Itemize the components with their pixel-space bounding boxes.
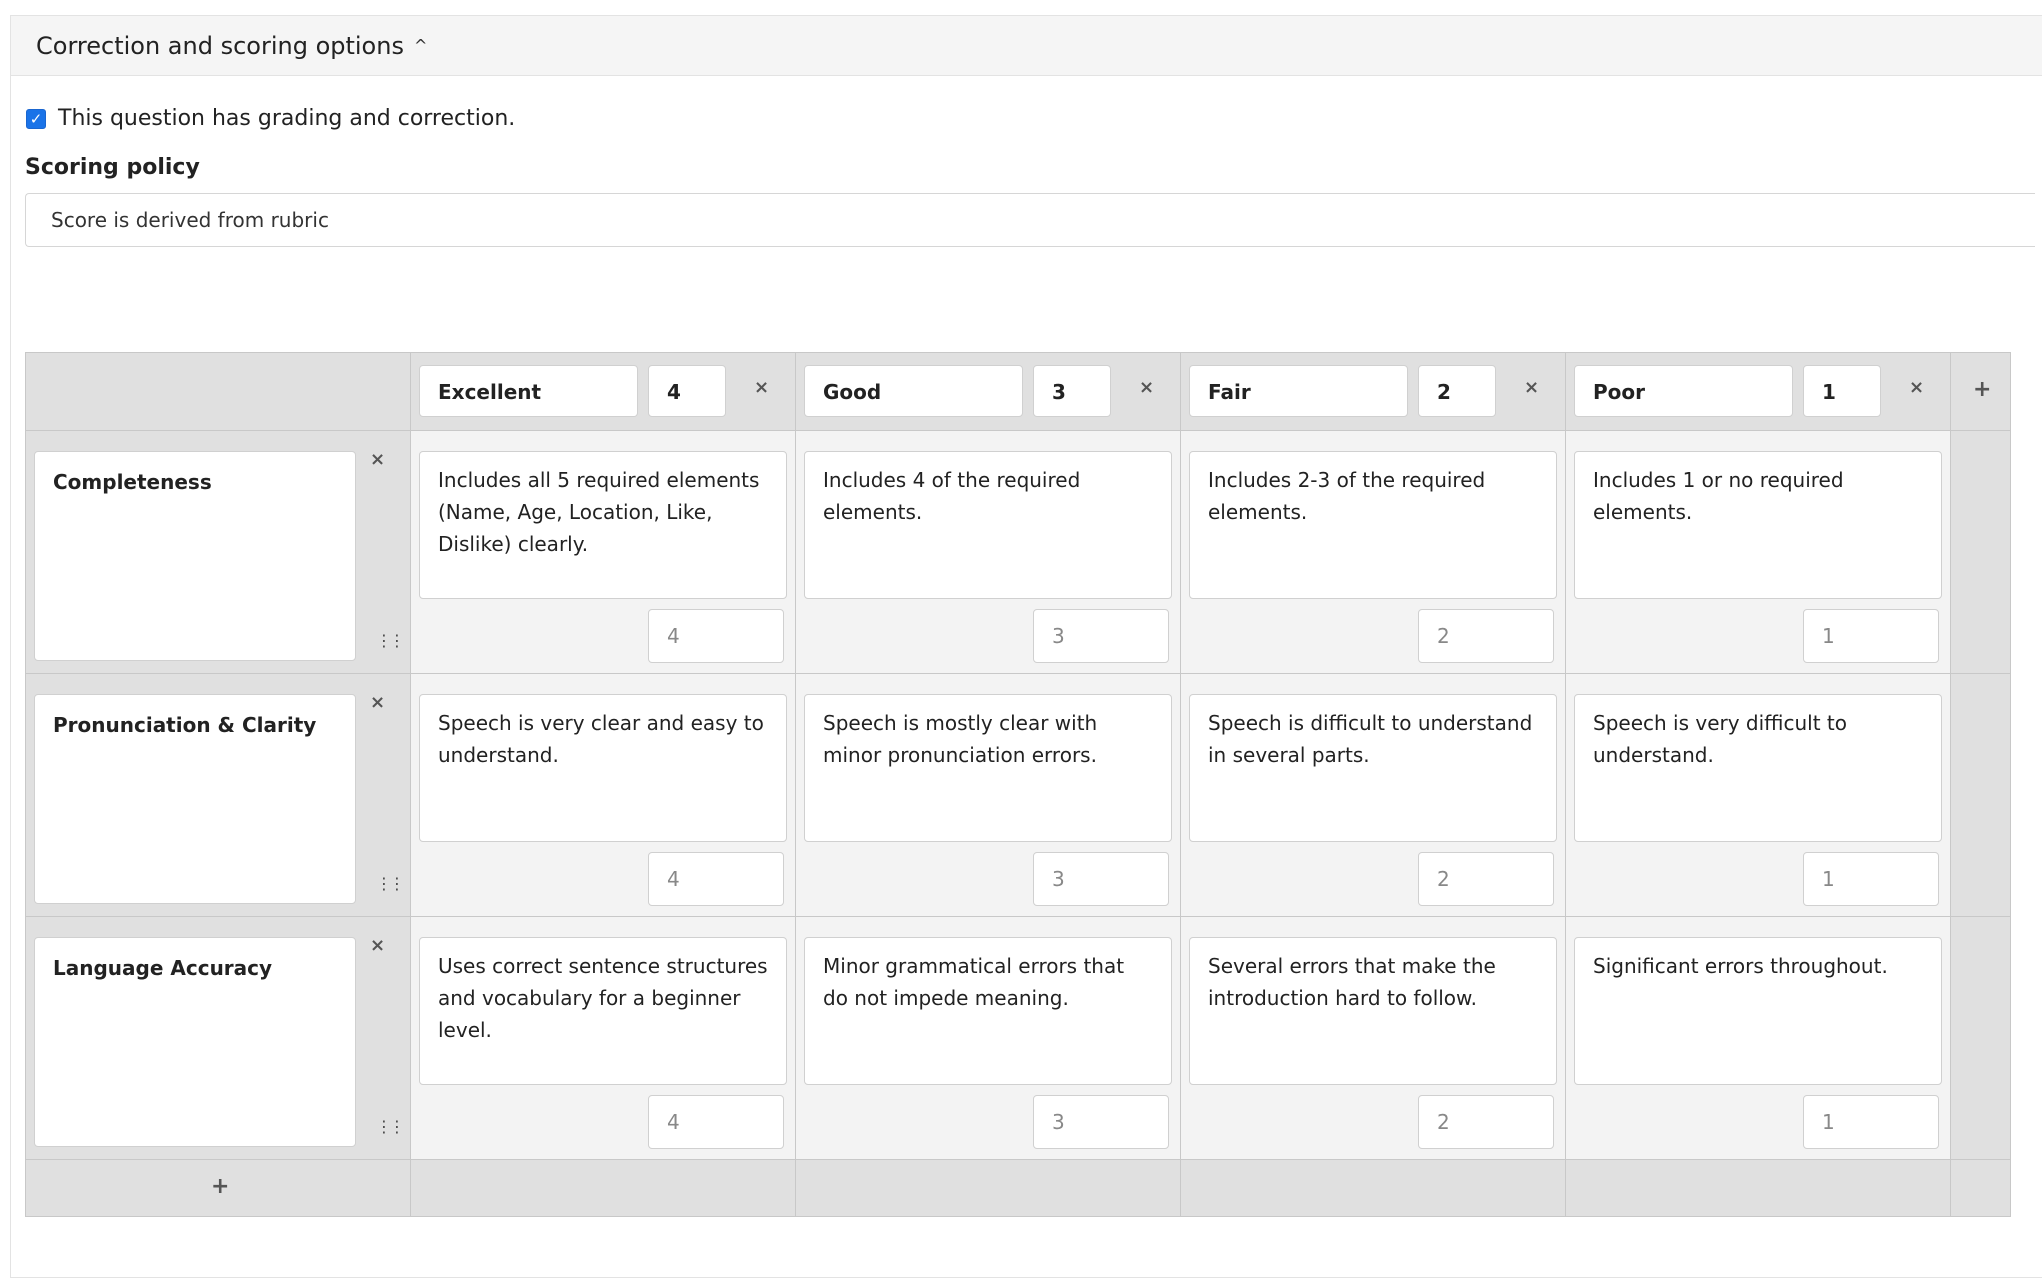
cell-description-input[interactable]: Includes 1 or no required elements. xyxy=(1574,451,1942,599)
level-points-input[interactable]: 1 xyxy=(1803,365,1881,417)
cell-points-input[interactable]: 4 xyxy=(648,852,784,906)
criterion-row: Language Accuracy × ⋮⋮ Uses correct sent… xyxy=(25,916,2011,1160)
cell-description-input[interactable]: Speech is very difficult to understand. xyxy=(1574,694,1942,842)
empty-cell xyxy=(1950,673,2011,917)
empty-cell xyxy=(1950,916,2011,1160)
drag-handle-icon[interactable]: ⋮⋮ xyxy=(376,876,405,892)
cell-points-input[interactable]: 2 xyxy=(1418,609,1554,663)
level-name-input[interactable]: Poor xyxy=(1574,365,1793,417)
cell-description-input[interactable]: Uses correct sentence structures and voc… xyxy=(419,937,787,1085)
grading-checkbox-row[interactable]: ✓ This question has grading and correcti… xyxy=(26,106,515,131)
cell-points-input[interactable]: 3 xyxy=(1033,1095,1169,1149)
cell-description-input[interactable]: Significant errors throughout. xyxy=(1574,937,1942,1085)
level-header: Good 3 × xyxy=(795,352,1181,431)
criterion-cell: Language Accuracy × ⋮⋮ xyxy=(25,916,411,1160)
cell-points-input[interactable]: 1 xyxy=(1803,1095,1939,1149)
grading-checkbox[interactable]: ✓ xyxy=(26,108,46,129)
level-header: Excellent 4 × xyxy=(410,352,796,431)
footer-cell xyxy=(1950,1159,2011,1217)
rubric-cell: Speech is mostly clear with minor pronun… xyxy=(795,673,1181,917)
cell-description-input[interactable]: Includes 2-3 of the required elements. xyxy=(1189,451,1557,599)
rubric-footer-row: + xyxy=(25,1159,2011,1217)
rubric-cell: Includes all 5 required elements (Name, … xyxy=(410,430,796,674)
remove-criterion-icon[interactable]: × xyxy=(370,449,385,470)
rubric-cell: Speech is very clear and easy to underst… xyxy=(410,673,796,917)
level-points-input[interactable]: 4 xyxy=(648,365,726,417)
rubric-cell: Includes 2-3 of the required elements. 2 xyxy=(1180,430,1566,674)
cell-points-input[interactable]: 1 xyxy=(1803,852,1939,906)
scoring-policy-select[interactable]: Score is derived from rubric xyxy=(25,193,2035,247)
criterion-name-input[interactable]: Pronunciation & Clarity xyxy=(34,694,356,904)
cell-description-input[interactable]: Speech is mostly clear with minor pronun… xyxy=(804,694,1172,842)
level-name-input[interactable]: Fair xyxy=(1189,365,1408,417)
footer-cell xyxy=(1180,1159,1566,1217)
cell-points-input[interactable]: 4 xyxy=(648,1095,784,1149)
cell-points-input[interactable]: 3 xyxy=(1033,852,1169,906)
grading-checkbox-label: This question has grading and correction… xyxy=(58,106,516,131)
add-level-cell: + xyxy=(1950,352,2011,431)
level-points-input[interactable]: 3 xyxy=(1033,365,1111,417)
cell-points-input[interactable]: 1 xyxy=(1803,609,1939,663)
drag-handle-icon[interactable]: ⋮⋮ xyxy=(376,633,405,649)
remove-level-icon[interactable]: × xyxy=(1909,377,1924,398)
rubric-header-row: Excellent 4 × Good 3 × Fair 2 × Poor 1 ×… xyxy=(25,352,2011,431)
add-level-icon[interactable]: + xyxy=(1973,377,1991,402)
cell-points-input[interactable]: 2 xyxy=(1418,1095,1554,1149)
rubric-table: Excellent 4 × Good 3 × Fair 2 × Poor 1 ×… xyxy=(25,352,2011,1217)
cell-description-input[interactable]: Speech is difficult to understand in sev… xyxy=(1189,694,1557,842)
cell-description-input[interactable]: Includes 4 of the required elements. xyxy=(804,451,1172,599)
cell-description-input[interactable]: Speech is very clear and easy to underst… xyxy=(419,694,787,842)
chevron-up-icon: ^ xyxy=(413,36,428,55)
level-name-input[interactable]: Excellent xyxy=(419,365,638,417)
criterion-name-input[interactable]: Completeness xyxy=(34,451,356,661)
cell-points-input[interactable]: 3 xyxy=(1033,609,1169,663)
remove-level-icon[interactable]: × xyxy=(754,377,769,398)
add-criterion-cell: + xyxy=(25,1159,411,1217)
scoring-policy-label: Scoring policy xyxy=(25,155,200,180)
remove-level-icon[interactable]: × xyxy=(1524,377,1539,398)
footer-cell xyxy=(410,1159,796,1217)
criterion-row: Pronunciation & Clarity × ⋮⋮ Speech is v… xyxy=(25,673,2011,917)
rubric-corner-cell xyxy=(25,352,411,431)
remove-level-icon[interactable]: × xyxy=(1139,377,1154,398)
footer-cell xyxy=(795,1159,1181,1217)
level-name-input[interactable]: Good xyxy=(804,365,1023,417)
scoring-policy-value: Score is derived from rubric xyxy=(51,208,329,232)
rubric-cell: Several errors that make the introductio… xyxy=(1180,916,1566,1160)
cell-description-input[interactable]: Minor grammatical errors that do not imp… xyxy=(804,937,1172,1085)
cell-points-input[interactable]: 4 xyxy=(648,609,784,663)
rubric-cell: Speech is very difficult to understand. … xyxy=(1565,673,1951,917)
footer-cell xyxy=(1565,1159,1951,1217)
add-criterion-icon[interactable]: + xyxy=(211,1174,229,1199)
level-points-input[interactable]: 2 xyxy=(1418,365,1496,417)
drag-handle-icon[interactable]: ⋮⋮ xyxy=(376,1119,405,1135)
level-header: Fair 2 × xyxy=(1180,352,1566,431)
rubric-cell: Uses correct sentence structures and voc… xyxy=(410,916,796,1160)
rubric-cell: Minor grammatical errors that do not imp… xyxy=(795,916,1181,1160)
cell-points-input[interactable]: 2 xyxy=(1418,852,1554,906)
remove-criterion-icon[interactable]: × xyxy=(370,935,385,956)
rubric-cell: Includes 4 of the required elements. 3 xyxy=(795,430,1181,674)
level-header: Poor 1 × xyxy=(1565,352,1951,431)
criterion-row: Completeness × ⋮⋮ Includes all 5 require… xyxy=(25,430,2011,674)
criterion-cell: Pronunciation & Clarity × ⋮⋮ xyxy=(25,673,411,917)
rubric-cell: Includes 1 or no required elements. 1 xyxy=(1565,430,1951,674)
criterion-cell: Completeness × ⋮⋮ xyxy=(25,430,411,674)
cell-description-input[interactable]: Includes all 5 required elements (Name, … xyxy=(419,451,787,599)
panel-title: Correction and scoring options xyxy=(36,31,404,60)
empty-cell xyxy=(1950,430,2011,674)
rubric-cell: Speech is difficult to understand in sev… xyxy=(1180,673,1566,917)
cell-description-input[interactable]: Several errors that make the introductio… xyxy=(1189,937,1557,1085)
rubric-cell: Significant errors throughout. 1 xyxy=(1565,916,1951,1160)
criterion-name-input[interactable]: Language Accuracy xyxy=(34,937,356,1147)
panel-header-toggle[interactable]: Correction and scoring options ^ xyxy=(11,16,2042,76)
remove-criterion-icon[interactable]: × xyxy=(370,692,385,713)
